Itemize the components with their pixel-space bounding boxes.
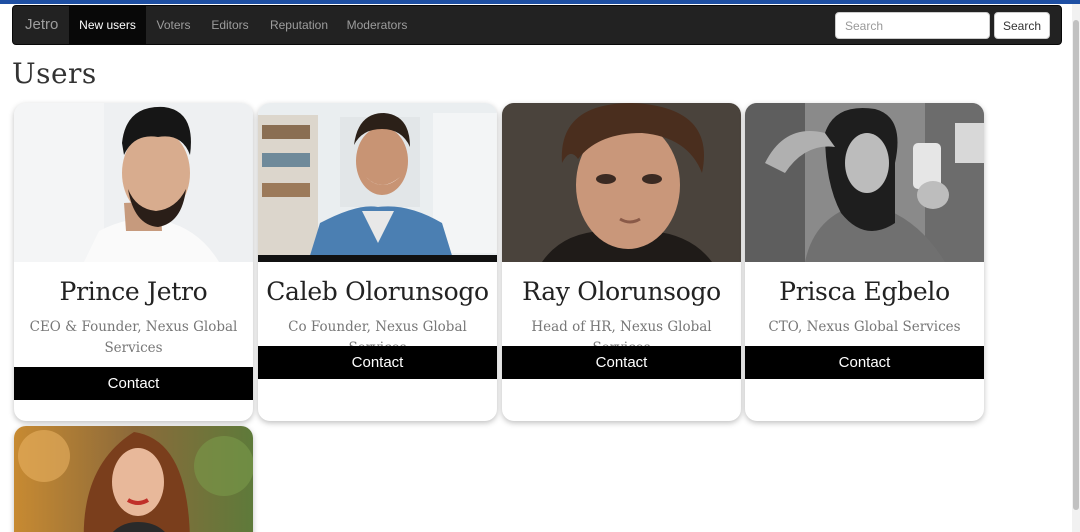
user-card: Prisca Egbelo CTO, Nexus Global Services… [745,103,984,421]
user-photo [14,103,253,262]
search-input[interactable] [835,12,990,39]
nav-reputation[interactable]: Reputation [259,6,339,44]
user-photo [258,103,497,262]
user-name: Caleb Olorunsogo [266,277,489,306]
user-role: CTO, Nexus Global Services [768,319,961,335]
contact-button[interactable]: Contact [502,346,741,379]
window-accent-strip [0,0,1080,4]
contact-button[interactable]: Contact [14,367,253,400]
brand-link[interactable]: Jetro [25,6,58,44]
user-name: Prince Jetro [59,277,208,306]
contact-button[interactable]: Contact [258,346,497,379]
search-button[interactable]: Search [994,12,1050,39]
user-card: Caleb Olorunsogo Co Founder, Nexus Globa… [258,103,497,421]
nav-new-users[interactable]: New users [69,6,146,44]
page-title: Users [12,57,97,90]
user-card: Ray Olorunsogo Head of HR, Nexus Global … [502,103,741,421]
contact-button[interactable]: Contact [745,346,984,379]
top-navbar: Jetro New users Voters Editors Reputatio… [12,5,1062,45]
page-scrollbar-thumb[interactable] [1073,20,1079,510]
nav-voters[interactable]: Voters [146,6,201,44]
user-name: Ray Olorunsogo [522,277,721,306]
user-photo [745,103,984,262]
nav-editors[interactable]: Editors [201,6,259,44]
user-card: Prince Jetro CEO & Founder, Nexus Global… [14,103,253,421]
nav-moderators[interactable]: Moderators [339,6,415,44]
user-photo [502,103,741,262]
user-photo [14,426,253,532]
user-role: CEO & Founder, Nexus Global Services [29,319,238,356]
user-card [14,426,253,532]
user-name: Prisca Egbelo [779,277,950,306]
